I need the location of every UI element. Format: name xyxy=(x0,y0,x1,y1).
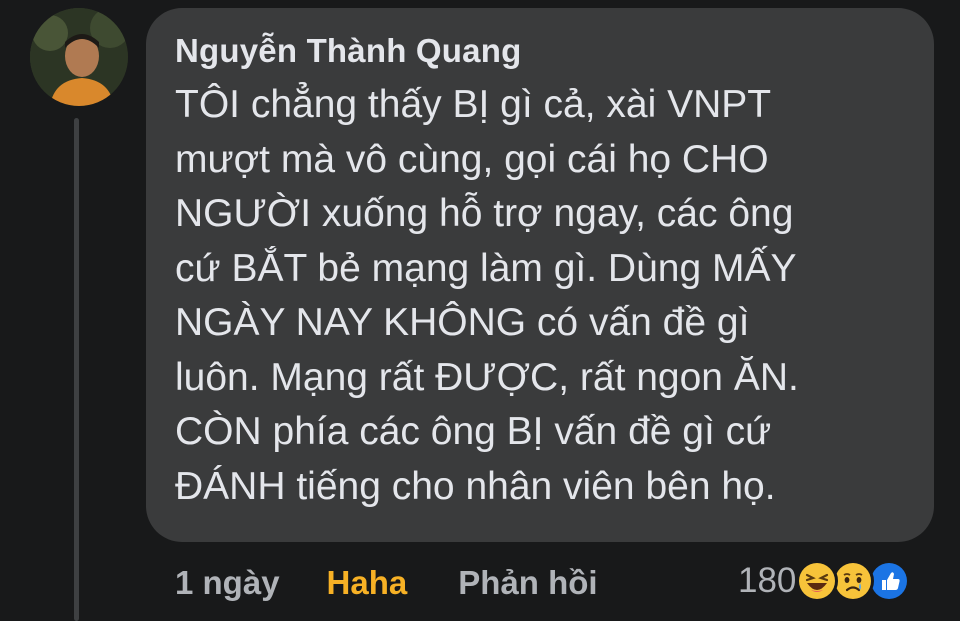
comment-timestamp[interactable]: 1 ngày xyxy=(175,564,280,602)
reply-button[interactable]: Phản hồi xyxy=(458,564,597,602)
avatar[interactable] xyxy=(30,8,128,106)
reaction-count: 180 xyxy=(738,561,797,600)
reactions-summary[interactable]: 180 xyxy=(738,558,911,604)
comment-author[interactable]: Nguyễn Thành Quang xyxy=(175,28,904,74)
reaction-button[interactable]: Haha xyxy=(327,564,408,602)
comment-text: TÔI chẳng thấy BỊ gì cả, xài VNPT mượt m… xyxy=(175,83,799,508)
avatar-photo xyxy=(30,8,128,106)
thread-line xyxy=(74,118,79,621)
sad-icon xyxy=(832,560,875,602)
comment-bubble: Nguyễn Thành Quang TÔI chẳng thấy BỊ gì … xyxy=(146,8,934,542)
like-icon xyxy=(868,560,911,602)
comment-actions: 1 ngày Haha Phản hồi xyxy=(175,560,598,606)
haha-icon xyxy=(796,560,839,602)
